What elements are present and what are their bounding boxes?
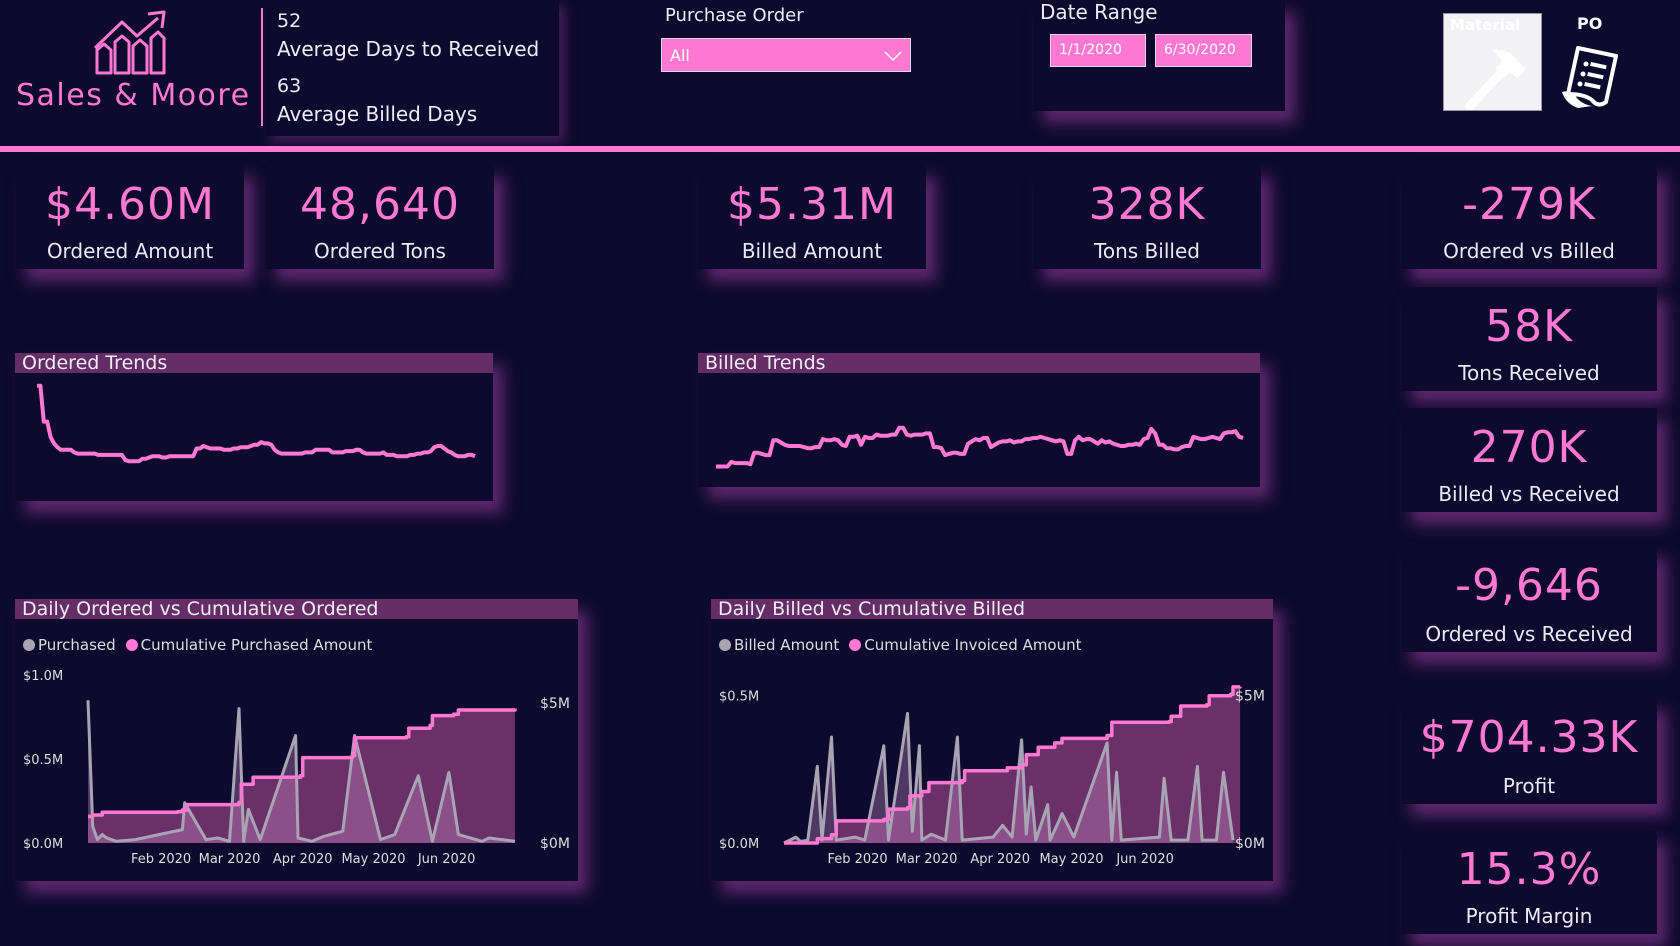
kpi-label: Profit [1502,774,1556,798]
purchase-order-dropdown[interactable]: All [661,38,911,72]
kpi-value: 270K [1470,422,1588,473]
billed-trends-chart [716,425,1244,469]
kpi-tons-received: 58K Tons Received [1401,287,1657,391]
trend-line [37,383,476,464]
ordered-trends-panel: Ordered Trends [15,353,493,501]
date-end-input[interactable]: 6/30/2020 [1155,34,1252,67]
y-left-tick: $0.5M [23,753,63,768]
kpi-label: Ordered Amount [46,239,214,263]
brand-name: Sales & Moore [16,78,251,113]
avg-billed-days-value: 63 [277,75,302,97]
x-tick: May 2020 [341,852,405,867]
kpi-value: 48,640 [300,179,460,230]
avg-billed-days-label: Average Billed Days [277,102,478,126]
kpi-tons-billed: 328K Tons Billed [1033,165,1261,269]
x-tick: May 2020 [1039,852,1103,867]
billed-trends-panel: Billed Trends [698,353,1260,487]
daily-ordered-panel: Daily Ordered vs Cumulative Ordered Purc… [15,599,578,881]
po-button[interactable]: PO [1554,14,1626,112]
kpi-label: Ordered vs Billed [1443,239,1615,263]
material-button-label: Material [1450,16,1521,34]
material-button[interactable]: Material [1443,13,1542,111]
daily-billed-chart: $0.0M $0.5M $0M $5M Feb 2020 Mar 2020 Apr 2020… [719,685,1265,867]
x-tick: Jun 2020 [1115,852,1174,867]
chevron-down-icon [884,51,902,61]
kpi-value: -279K [1462,179,1596,230]
y-right-tick: $5M [1235,689,1265,705]
kpi-ordered-tons: 48,640 Ordered Tons [266,165,494,269]
kpi-billed-amount: $5.31M Billed Amount [698,165,926,269]
chart-growth-icon [93,10,166,75]
kpi-value: $5.31M [727,179,897,230]
date-range-label: Date Range [1040,0,1158,24]
x-tick: Mar 2020 [896,852,958,867]
daily-ordered-chart: $0.0M $0.5M $1.0M $0M $5M Feb 2020 Mar 2020 Apr… [23,669,570,867]
kpi-label: Tons Received [1458,361,1600,385]
date-start-input[interactable]: 1/1/2020 [1050,34,1146,67]
po-button-label: PO [1577,14,1603,33]
y-left-tick: $0.0M [719,837,759,852]
avg-days-received-value: 52 [277,10,302,32]
kpi-ordered-vs-received: -9,646 Ordered vs Received [1401,546,1657,652]
hammer-icon [1465,49,1526,110]
kpi-billed-vs-received: 270K Billed vs Received [1401,408,1657,512]
kpi-label: Ordered vs Received [1425,622,1633,646]
purchase-order-selected: All [670,46,690,65]
daily-billed-panel: Daily Billed vs Cumulative Billed Billed… [711,599,1273,881]
header-divider [261,8,263,126]
kpi-value: 328K [1088,179,1206,230]
y-left-tick: $0.5M [719,690,759,705]
x-tick: Mar 2020 [199,852,261,867]
y-right-tick: $0M [1235,836,1265,852]
ordered-trends-title: Ordered Trends [15,353,493,373]
kpi-ordered-amount: $4.60M Ordered Amount [16,165,244,269]
x-tick: Feb 2020 [827,852,887,867]
document-list-icon [1562,46,1618,108]
y-left-tick: $0.0M [23,837,63,852]
kpi-value: 15.3% [1456,844,1602,895]
trend-line [716,425,1244,469]
x-tick: Apr 2020 [970,852,1030,867]
kpi-label: Tons Billed [1094,239,1200,263]
kpi-label: Profit Margin [1465,904,1593,928]
kpi-label: Billed Amount [741,239,883,263]
x-tick: Feb 2020 [131,852,191,867]
ordered-trends-chart [37,383,476,464]
billed-trends-title: Billed Trends [698,353,1260,373]
kpi-value: -9,646 [1455,560,1603,611]
kpi-profit: $704.33K Profit [1401,698,1657,804]
avg-days-received-label: Average Days to Received [277,37,540,61]
purchase-order-label: Purchase Order [665,5,804,26]
kpi-value: 58K [1485,301,1573,352]
x-tick: Apr 2020 [273,852,333,867]
kpi-ordered-vs-billed: -279K Ordered vs Billed [1401,165,1657,269]
y-right-tick: $0M [540,836,570,852]
brand-logo [92,8,172,78]
y-left-tick: $1.0M [23,669,63,684]
kpi-profit-margin: 15.3% Profit Margin [1401,830,1657,934]
kpi-value: $4.60M [45,179,215,230]
kpi-label: Ordered Tons [314,239,446,263]
kpi-label: Billed vs Received [1438,482,1620,506]
header-divider-line [0,146,1680,152]
y-right-tick: $5M [540,696,570,712]
kpi-value: $704.33K [1419,712,1639,763]
x-tick: Jun 2020 [417,852,476,867]
